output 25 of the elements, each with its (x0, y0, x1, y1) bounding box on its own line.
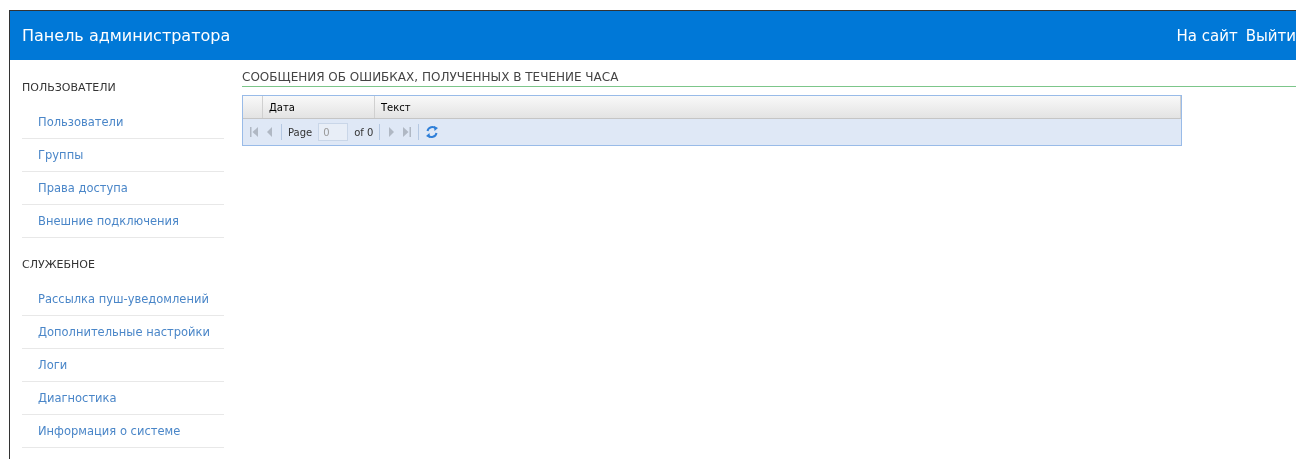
first-page-icon[interactable] (249, 126, 259, 138)
sidebar-item[interactable]: Внешние подключения (22, 205, 224, 238)
app-title: Панель администратора (22, 26, 231, 45)
sidebar-item[interactable]: Группы (22, 139, 224, 172)
sidebar-item[interactable]: Права доступа (22, 172, 224, 205)
sidebar-item[interactable]: Логи (22, 349, 224, 382)
refresh-icon[interactable] (425, 125, 440, 139)
header-link[interactable]: Выйти (1245, 26, 1296, 45)
last-page-icon[interactable] (402, 126, 413, 138)
sidebar-item[interactable]: Диагностика (22, 382, 224, 415)
next-page-icon[interactable] (386, 126, 397, 138)
previous-page-icon[interactable] (265, 126, 275, 138)
sidebar-item[interactable]: Информация о системе (22, 415, 224, 448)
sidebar-item[interactable]: Рассылка пуш-уведомлений (22, 283, 224, 316)
column-header[interactable]: Текст (375, 96, 1181, 118)
header-link[interactable]: На сайт (1176, 26, 1238, 45)
sidebar-item[interactable]: Дополнительные настройки (22, 316, 224, 349)
page-input[interactable]: 0 (318, 123, 349, 141)
sidebar-item[interactable]: Пользователи (22, 106, 224, 139)
section-title: СООБЩЕНИЯ ОБ ОШИБКАХ, ПОЛУЧЕННЫХ В ТЕЧЕНИЕ ЧАСА (242, 70, 1296, 87)
sidebar-heading: ПОЛЬЗОВАТЕЛИ (22, 80, 117, 96)
page-label: Page (288, 126, 313, 138)
page-count: of 0 (354, 126, 374, 138)
column-header[interactable]: Дата (263, 96, 375, 118)
sidebar-heading: СЛУЖЕБНОЕ (22, 257, 96, 273)
